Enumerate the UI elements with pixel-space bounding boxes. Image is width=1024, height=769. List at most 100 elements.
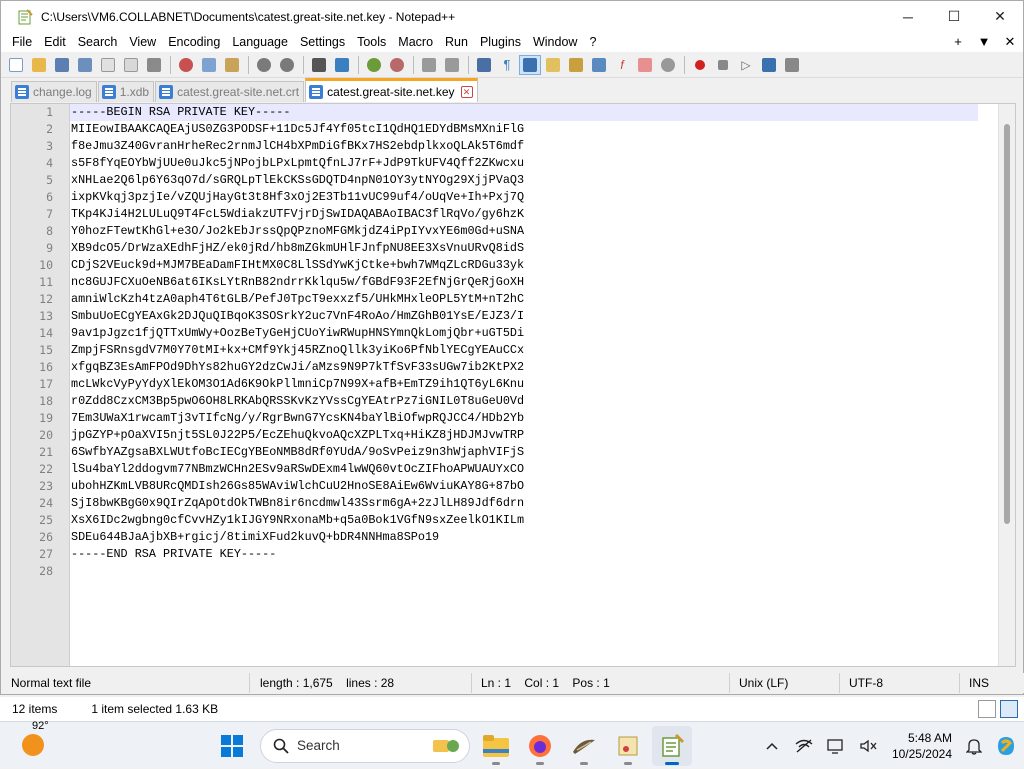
notification-bell-icon[interactable]: [960, 732, 988, 760]
function-list-icon[interactable]: f: [611, 55, 633, 75]
menu-tools[interactable]: Tools: [351, 35, 392, 49]
code-line[interactable]: TKp4KJi4H2LULuQ9T4FcL5WdiakzUTFVjrDjSwID…: [70, 206, 998, 223]
code-line[interactable]: lSu4baYl2ddogvm77NBmzWCHn2ESv9aRSwDExm4l…: [70, 461, 998, 478]
menu-help[interactable]: ?: [583, 35, 602, 49]
code-line[interactable]: ixpKVkqj3pzjIe/vZQUjHayGt3t8Hf3xOj2E3Tb1…: [70, 189, 998, 206]
status-encoding[interactable]: UTF-8: [840, 673, 960, 693]
certificate-app-icon[interactable]: [608, 726, 648, 766]
zoom-in-icon[interactable]: [363, 55, 385, 75]
menu-plugins[interactable]: Plugins: [474, 35, 527, 49]
start-button[interactable]: [212, 726, 252, 766]
menu-settings[interactable]: Settings: [294, 35, 351, 49]
code-line[interactable]: 6SwfbYAZgsaBXLWUtfoBcIECgYBEoNMB8dRf0YUd…: [70, 444, 998, 461]
clock[interactable]: 5:48 AM 10/25/2024: [892, 730, 952, 762]
zoom-out-icon[interactable]: [386, 55, 408, 75]
find-icon[interactable]: [308, 55, 330, 75]
tab-close-icon[interactable]: ✕: [460, 85, 473, 98]
folder-workspace-icon[interactable]: [634, 55, 656, 75]
minimize-button[interactable]: ─: [885, 1, 931, 32]
code-line[interactable]: SDEu644BJaAjbXB+rgicj/8timiXFud2kuvQ+bDR…: [70, 529, 998, 546]
menu-edit[interactable]: Edit: [38, 35, 72, 49]
app-feather-icon[interactable]: [564, 726, 604, 766]
code-line[interactable]: jpGZYP+pOaXVI5njt5SL0J22P5/EcZEhuQkvoAQc…: [70, 427, 998, 444]
stop-macro-icon[interactable]: [712, 55, 734, 75]
details-view-icon[interactable]: [978, 700, 996, 718]
code-line[interactable]: amniWlcKzh4tzA0aph4T6tGLB/PefJ0TpcT9exxz…: [70, 291, 998, 308]
code-line[interactable]: ZmpjFSRnsgdV7M0Y70tMI+kx+CMf9Ykj45RZnoQl…: [70, 342, 998, 359]
menu-language[interactable]: Language: [226, 35, 294, 49]
new-file-icon[interactable]: [5, 55, 27, 75]
code-line[interactable]: CDjS2VEuck9d+MJM7BEaDamFIHtMX0C8LlSSdYwK…: [70, 257, 998, 274]
file-explorer-icon[interactable]: [476, 726, 516, 766]
code-line[interactable]: MIIEowIBAAKCAQEAjUS0ZG3PODSF+11Dc5Jf4Yf0…: [70, 121, 998, 138]
notepadpp-taskbar-icon[interactable]: [652, 725, 692, 766]
udl-icon[interactable]: [542, 55, 564, 75]
run-macro-multiple-icon[interactable]: [758, 55, 780, 75]
chevron-up-icon[interactable]: [758, 732, 786, 760]
code-text[interactable]: -----BEGIN RSA PRIVATE KEY----- MIIEowIBA…: [70, 104, 998, 666]
sync-vertical-icon[interactable]: [418, 55, 440, 75]
paste-icon[interactable]: [221, 55, 243, 75]
show-all-chars-icon[interactable]: ¶: [496, 55, 518, 75]
copilot-icon[interactable]: [992, 732, 1020, 760]
tiles-view-icon[interactable]: [1000, 700, 1018, 718]
code-line[interactable]: -----BEGIN RSA PRIVATE KEY-----: [70, 104, 978, 121]
undo-icon[interactable]: [253, 55, 275, 75]
redo-icon[interactable]: [276, 55, 298, 75]
word-wrap-icon[interactable]: [473, 55, 495, 75]
play-macro-icon[interactable]: ▷: [735, 55, 757, 75]
monitoring-icon[interactable]: [657, 55, 679, 75]
doc-list-icon[interactable]: [588, 55, 610, 75]
indent-guide-icon[interactable]: [519, 54, 541, 75]
menu-encoding[interactable]: Encoding: [162, 35, 226, 49]
firefox-icon[interactable]: [520, 726, 560, 766]
code-line[interactable]: r0Zdd8CzxCM3Bp5pwO6OH8LRKAbQRSSKvKzYVssC…: [70, 393, 998, 410]
code-line[interactable]: xfgqBZ3EsAmFPOd9DhYs82huGY2dzCwJi/aMzs9N…: [70, 359, 998, 376]
save-icon[interactable]: [51, 55, 73, 75]
copy-icon[interactable]: [198, 55, 220, 75]
status-insert-mode[interactable]: INS: [960, 673, 1010, 693]
status-eol[interactable]: Unix (LF): [730, 673, 840, 693]
menu-run[interactable]: Run: [439, 35, 474, 49]
code-line[interactable]: nc8GUJFCXuOeNB6at6IKsLYtRnB82ndrrKklqu5w…: [70, 274, 998, 291]
file-tab[interactable]: catest.great-site.net.key ✕: [305, 78, 478, 102]
save-all-icon[interactable]: [74, 55, 96, 75]
menu-window[interactable]: Window: [527, 35, 583, 49]
code-line[interactable]: SmbuUoECgYEAxGk2DJQuQIBqoK3SOSrkY2uc7VnF…: [70, 308, 998, 325]
taskbar-search[interactable]: Search: [260, 728, 470, 763]
close-file-icon[interactable]: [97, 55, 119, 75]
code-line[interactable]: 7Em3UWaX1rwcamTj3vTIfcNg/y/RgrBwnG7YcsKN…: [70, 410, 998, 427]
code-line[interactable]: -----END RSA PRIVATE KEY-----: [70, 546, 998, 563]
scrollbar-thumb[interactable]: [1004, 124, 1010, 524]
print-icon[interactable]: [143, 55, 165, 75]
menu-view[interactable]: View: [123, 35, 162, 49]
cut-icon[interactable]: [175, 55, 197, 75]
menu-file[interactable]: File: [6, 35, 38, 49]
code-line[interactable]: f8eJmu3Z40GvranHrheRec2rnmJlCH4bXPmDiGfB…: [70, 138, 998, 155]
close-all-icon[interactable]: [120, 55, 142, 75]
open-file-icon[interactable]: [28, 55, 50, 75]
network-icon[interactable]: [790, 732, 818, 760]
menu-macro[interactable]: Macro: [392, 35, 439, 49]
close-button[interactable]: ✕: [977, 1, 1023, 32]
close-tab-icon[interactable]: ✕: [997, 34, 1023, 50]
file-tab[interactable]: 1.xdb: [97, 81, 155, 102]
vertical-scrollbar[interactable]: [998, 104, 1015, 666]
code-line[interactable]: XsX6IDc2wgbng0cfCvvHZy1kIJGY9NRxonaMb+q5…: [70, 512, 998, 529]
menu-search[interactable]: Search: [72, 35, 124, 49]
maximize-button[interactable]: ☐: [931, 1, 977, 32]
display-icon[interactable]: [822, 732, 850, 760]
file-tab[interactable]: catest.great-site.net.crt: [155, 81, 305, 102]
doc-map-icon[interactable]: [565, 55, 587, 75]
replace-icon[interactable]: [331, 55, 353, 75]
code-line[interactable]: ubohHZKmLVB8URcQMDIsh26Gs85WAviWlchCuU2H…: [70, 478, 998, 495]
save-macro-icon[interactable]: [781, 55, 803, 75]
code-line[interactable]: s5F8fYqEOYbWjUUe0uJkc5jNPojbLPxLpmtQfnLJ…: [70, 155, 998, 172]
editor-area[interactable]: 1 2 3 4 5 6 7 8 9 10 11 12 13 14 15 16 17 18 19 20 21 22 23 24 2…: [10, 103, 1016, 667]
code-line[interactable]: mcLWkcVyPyYdyXlEkOM3O1Ad6K9OkPllmniCp7N9…: [70, 376, 998, 393]
code-line[interactable]: XB9dcO5/DrWzaXEdhFjHZ/ek0jRd/hb8mZGkmUHl…: [70, 240, 998, 257]
code-line[interactable]: SjI8bwKBgG0x9QIrZqApOtdOkTWBn8ir6ncdmwl4…: [70, 495, 998, 512]
code-line[interactable]: [70, 563, 998, 580]
new-tab-icon[interactable]: +: [945, 34, 971, 50]
code-line[interactable]: 9av1pJgzc1fjQTTxUmWy+OozBeTyGeHjCUoYiwRW…: [70, 325, 998, 342]
